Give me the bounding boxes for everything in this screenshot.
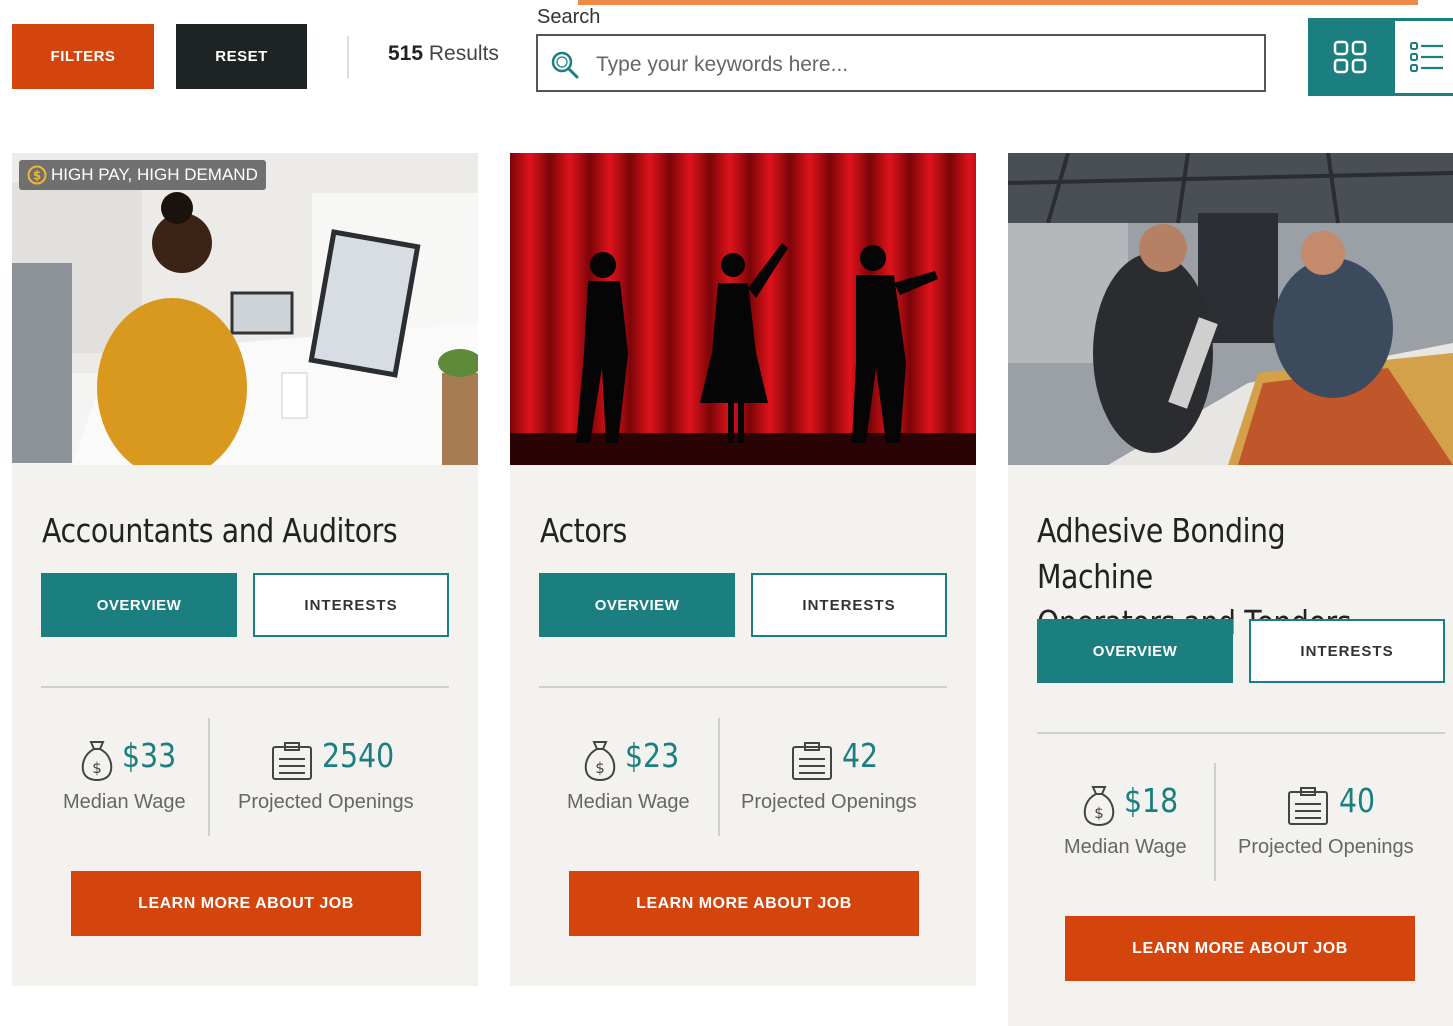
job-photo-accountant: $ HIGH PAY, HIGH DEMAND: [12, 153, 478, 465]
money-bag-icon: $: [1083, 786, 1115, 827]
search-label: Search: [537, 6, 601, 28]
overview-button[interactable]: OVERVIEW: [539, 573, 735, 637]
svg-text:$: $: [92, 759, 102, 777]
median-wage-label: Median Wage: [63, 791, 186, 813]
job-title: Actors: [540, 511, 627, 550]
card-divider: [539, 686, 947, 688]
dollar-coin-icon: $: [27, 165, 47, 185]
card-divider: [41, 686, 449, 688]
clipboard-icon: [792, 742, 832, 780]
median-wage-label: Median Wage: [567, 791, 690, 813]
median-wage-label: Median Wage: [1064, 836, 1187, 858]
grid-view-button[interactable]: [1308, 18, 1392, 96]
overview-button[interactable]: OVERVIEW: [41, 573, 237, 637]
job-photo-actors: [510, 153, 976, 465]
search-box[interactable]: [536, 34, 1266, 92]
stat-divider: [718, 718, 720, 836]
projected-openings-label: Projected Openings: [238, 791, 414, 813]
svg-text:$: $: [33, 169, 41, 183]
job-card: $ HIGH PAY, HIGH DEMAND Accountants and …: [12, 153, 478, 986]
median-wage-value: $33: [122, 736, 177, 775]
stat-divider: [208, 718, 210, 836]
learn-more-button[interactable]: LEARN MORE ABOUT JOB: [1065, 916, 1415, 981]
badge-label: HIGH PAY, HIGH DEMAND: [51, 165, 258, 184]
results-label: Results: [428, 42, 499, 65]
filters-button[interactable]: FILTERS: [12, 24, 154, 89]
projected-openings-label: Projected Openings: [1238, 836, 1414, 858]
median-wage-value: $18: [1124, 781, 1179, 820]
interests-button[interactable]: INTERESTS: [253, 573, 449, 637]
results-number: 515: [388, 42, 424, 65]
clipboard-icon: [272, 742, 312, 780]
reset-button[interactable]: RESET: [176, 24, 307, 89]
svg-text:$: $: [1094, 804, 1104, 822]
projected-openings-label: Projected Openings: [741, 791, 917, 813]
projected-openings-value: 42: [842, 736, 879, 775]
clipboard-icon: [1288, 787, 1328, 825]
learn-more-button[interactable]: LEARN MORE ABOUT JOB: [71, 871, 421, 936]
projected-openings-value: 2540: [322, 736, 395, 775]
toolbar-divider: [347, 36, 349, 78]
median-wage-value: $23: [625, 736, 680, 775]
money-bag-icon: $: [81, 741, 113, 782]
search-icon: [551, 51, 579, 79]
interests-button[interactable]: INTERESTS: [751, 573, 947, 637]
job-card: Adhesive Bonding MachineOperators and Te…: [1008, 153, 1453, 1026]
accent-strip: [578, 0, 1418, 5]
stat-divider: [1214, 763, 1216, 881]
job-title: Accountants and Auditors: [42, 511, 398, 550]
grid-icon: [1333, 40, 1367, 74]
interests-button[interactable]: INTERESTS: [1249, 619, 1445, 683]
search-input[interactable]: [594, 44, 1248, 86]
learn-more-button[interactable]: LEARN MORE ABOUT JOB: [569, 871, 919, 936]
overview-button[interactable]: OVERVIEW: [1037, 619, 1233, 683]
card-divider: [1037, 732, 1445, 734]
job-card: Actors OVERVIEW INTERESTS $ $23 Median W…: [510, 153, 976, 986]
job-title-line-1: Adhesive Bonding Machine: [1037, 511, 1286, 596]
money-bag-icon: $: [584, 741, 616, 782]
list-icon: [1410, 42, 1443, 72]
job-photo-bonding-machine: [1008, 153, 1453, 465]
svg-text:$: $: [595, 759, 605, 777]
list-view-button[interactable]: [1392, 18, 1453, 96]
results-count: 515 Results: [388, 42, 499, 66]
high-pay-badge: $ HIGH PAY, HIGH DEMAND: [19, 160, 266, 190]
projected-openings-value: 40: [1339, 781, 1376, 820]
